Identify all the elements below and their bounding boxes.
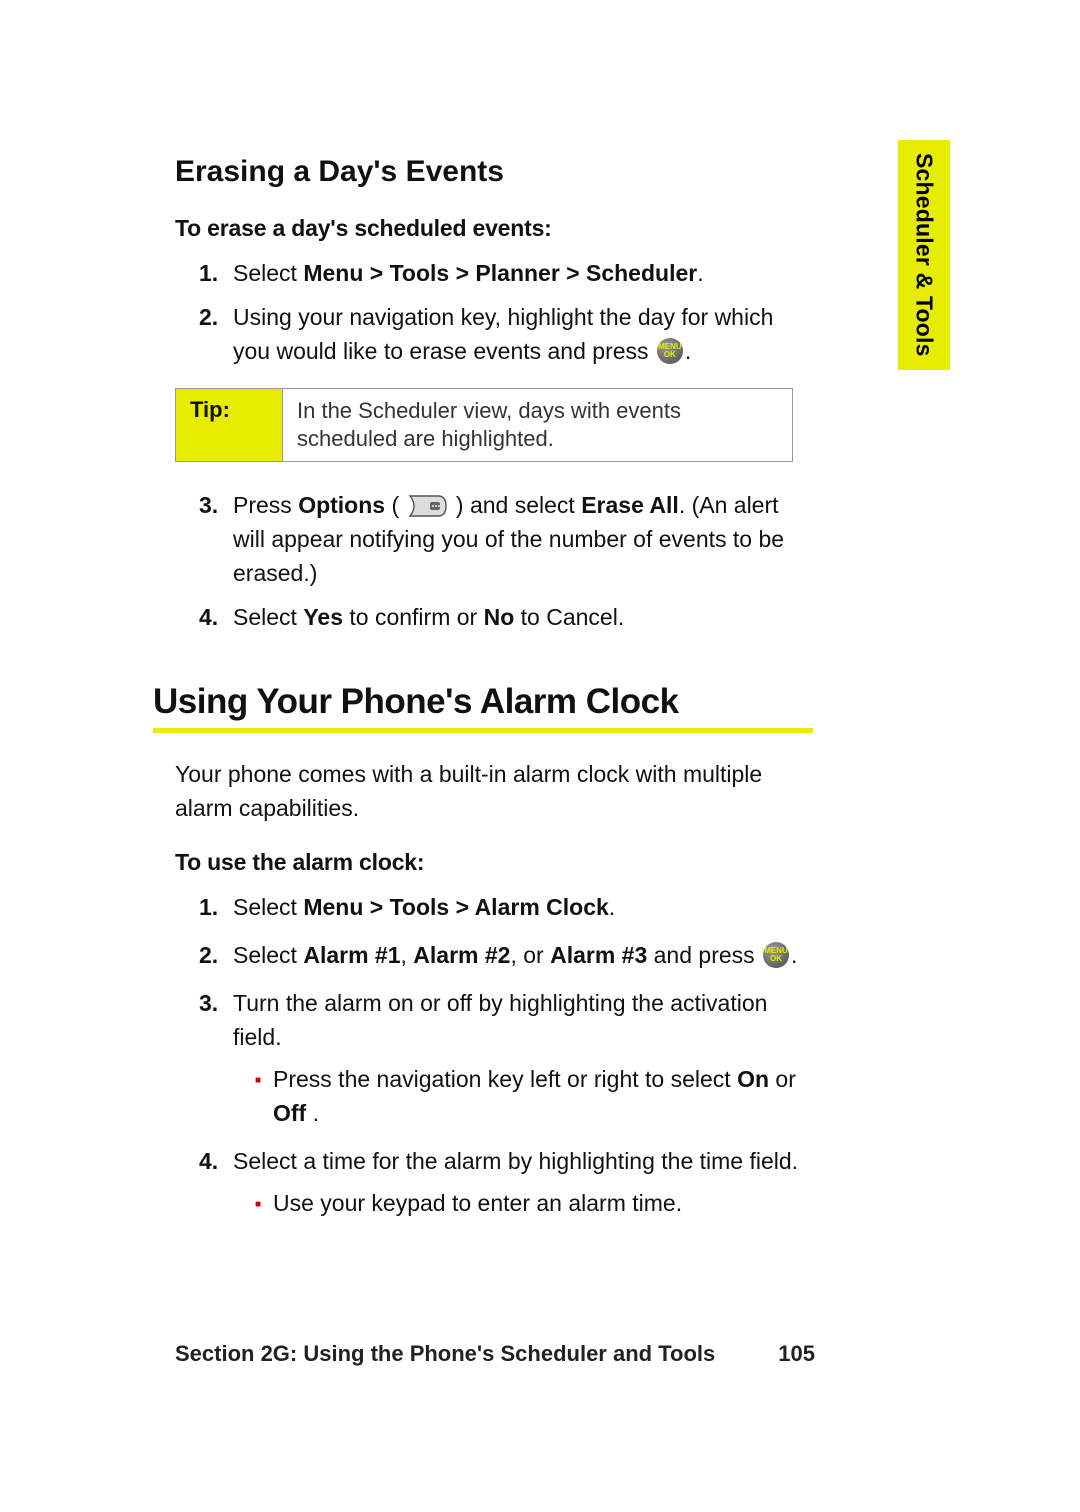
alarm-step-3: Turn the alarm on or off by highlighting… [233, 986, 815, 1130]
lead-erase: To erase a day's scheduled events: [175, 215, 815, 242]
tip-box: Tip: In the Scheduler view, days with ev… [175, 388, 793, 462]
alarm-step-4-sub: Use your keypad to enter an alarm time. [255, 1186, 815, 1220]
step-1: Select Menu > Tools > Planner > Schedule… [233, 256, 815, 290]
alarm-step-4: Select a time for the alarm by highlight… [233, 1144, 815, 1220]
right-softkey-icon [408, 493, 448, 517]
step-4: Select Yes to confirm or No to Cancel. [233, 600, 815, 634]
page-number: 105 [778, 1341, 815, 1367]
alarm-step-3-sub: Press the navigation key left or right t… [255, 1062, 815, 1130]
ok-button-icon: MENU OK [763, 942, 789, 968]
page-content: Erasing a Day's Events To erase a day's … [175, 155, 815, 1234]
tip-text: In the Scheduler view, days with events … [283, 389, 792, 461]
alarm-step-2: Select Alarm #1, Alarm #2, or Alarm #3 a… [233, 938, 815, 972]
step-3: Press Options ( ) and select Erase All. … [233, 488, 815, 590]
side-tab: Scheduler & Tools [898, 140, 950, 370]
side-tab-label: Scheduler & Tools [911, 153, 938, 357]
step-2: Using your navigation key, highlight the… [233, 300, 815, 368]
footer-section: Section 2G: Using the Phone's Scheduler … [175, 1341, 715, 1367]
heading-erasing: Erasing a Day's Events [175, 155, 815, 189]
lead-alarm: To use the alarm clock: [175, 849, 815, 876]
alarm-intro: Your phone comes with a built-in alarm c… [175, 757, 815, 825]
heading-alarm: Using Your Phone's Alarm Clock [153, 682, 813, 733]
page-footer: Section 2G: Using the Phone's Scheduler … [175, 1341, 815, 1367]
tip-label: Tip: [176, 389, 283, 461]
ok-button-icon: MENU OK [657, 338, 683, 364]
alarm-step-1: Select Menu > Tools > Alarm Clock. [233, 890, 815, 924]
